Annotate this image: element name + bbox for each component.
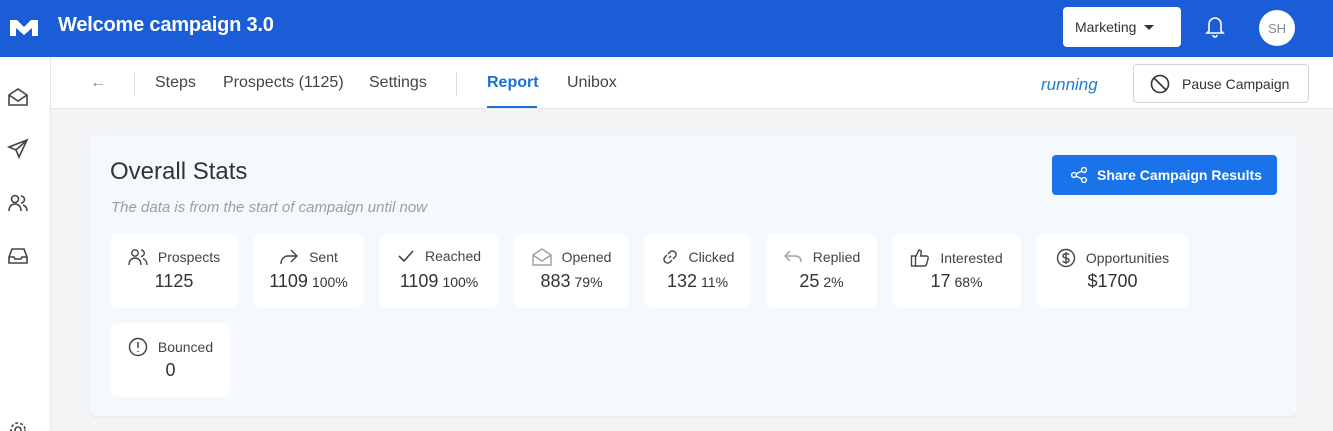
stat-percent: 79% [574, 274, 603, 290]
stat-percent: 2% [823, 274, 844, 290]
chevron-down-icon [1144, 24, 1155, 30]
tab-prospects[interactable]: Prospects (1125) [223, 74, 344, 92]
link-icon [662, 250, 677, 264]
stat-percent: 100% [311, 274, 348, 290]
sidebar [0, 57, 51, 431]
stat-label: Clicked [688, 249, 735, 265]
stat-opened: Opened 883 79% [514, 234, 629, 308]
dollar-icon [1056, 248, 1076, 268]
share-campaign-results-button[interactable]: Share Campaign Results [1052, 155, 1277, 195]
stat-label: Bounced [157, 339, 214, 355]
stat-value: 17 [930, 271, 951, 291]
tab-report[interactable]: Report [487, 74, 539, 92]
stat-label: Sent [309, 249, 338, 265]
stat-value: 1125 [154, 271, 194, 291]
stat-value: 1109 [269, 271, 308, 291]
share-button-label: Share Campaign Results [1097, 167, 1262, 183]
stat-percent: 11% [701, 274, 729, 290]
users-icon[interactable] [7, 192, 29, 214]
avatar[interactable]: SH [1259, 10, 1295, 46]
campaign-status: running [1041, 75, 1098, 94]
stat-opportunities: Opportunities $1700 [1036, 234, 1189, 308]
stat-bounced: Bounced 0 [110, 323, 231, 397]
stat-value: 0 [165, 360, 176, 380]
active-tab-indicator [487, 106, 537, 108]
top-bar: Welcome campaign 3.0 Marketing SH [0, 0, 1333, 57]
stat-value: 132 [666, 271, 698, 291]
app-logo-icon[interactable] [8, 14, 40, 42]
overall-stats-card: Overall Stats The data is from the start… [90, 135, 1297, 416]
card-title: Overall Stats [110, 158, 248, 185]
inbox-icon[interactable] [7, 245, 29, 267]
stat-clicked: Clicked 132 11% [644, 234, 751, 308]
mail-open-icon [531, 248, 552, 266]
bell-icon[interactable] [1204, 14, 1226, 38]
stat-value: $1700 [1087, 271, 1138, 291]
stat-reached: Reached 1109 100% [379, 234, 499, 308]
send-icon[interactable] [7, 138, 29, 160]
alert-circle-icon [128, 337, 148, 357]
thumbs-up-icon [911, 249, 930, 267]
stat-prospects: Prospects 1125 [110, 234, 238, 308]
card-subtitle: The data is from the start of campaign u… [111, 199, 427, 216]
tab-steps[interactable]: Steps [155, 74, 196, 92]
stat-value: 883 [540, 271, 571, 291]
stat-percent: 100% [442, 274, 479, 290]
stat-label: Opened [561, 249, 612, 265]
check-icon [398, 250, 414, 263]
share-arrow-icon [280, 249, 299, 265]
pause-campaign-button[interactable]: Pause Campaign [1133, 64, 1309, 103]
pause-campaign-label: Pause Campaign [1182, 75, 1290, 92]
tab-unibox[interactable]: Unibox [567, 74, 617, 92]
mail-open-icon[interactable] [7, 86, 29, 108]
stat-interested: Interested 17 68% [892, 234, 1021, 308]
share-icon [1070, 166, 1088, 184]
workspace-select-value: Marketing [1075, 19, 1137, 35]
users-icon [128, 249, 148, 266]
divider [134, 72, 135, 96]
campaign-title: Welcome campaign 3.0 [58, 14, 274, 36]
stat-value: 1109 [399, 271, 439, 291]
reply-icon [783, 250, 802, 263]
campaign-subnav: ← Steps Prospects (1125) Settings Report… [51, 57, 1333, 109]
tab-settings[interactable]: Settings [369, 74, 427, 92]
stat-label: Reached [424, 248, 482, 264]
divider [456, 72, 457, 96]
stat-sent: Sent 1109 100% [253, 234, 364, 308]
stat-label: Prospects [157, 249, 221, 265]
workspace-select[interactable]: Marketing [1063, 7, 1181, 47]
stat-value: 25 [799, 271, 820, 291]
settings-icon[interactable] [7, 419, 29, 431]
stat-label: Replied [812, 249, 861, 265]
back-button[interactable]: ← [90, 74, 106, 92]
stat-label: Opportunities [1085, 250, 1170, 266]
stat-percent: 68% [954, 274, 983, 290]
ban-icon [1150, 74, 1170, 93]
stat-label: Interested [940, 250, 1003, 266]
stat-replied: Replied 25 2% [766, 234, 877, 308]
